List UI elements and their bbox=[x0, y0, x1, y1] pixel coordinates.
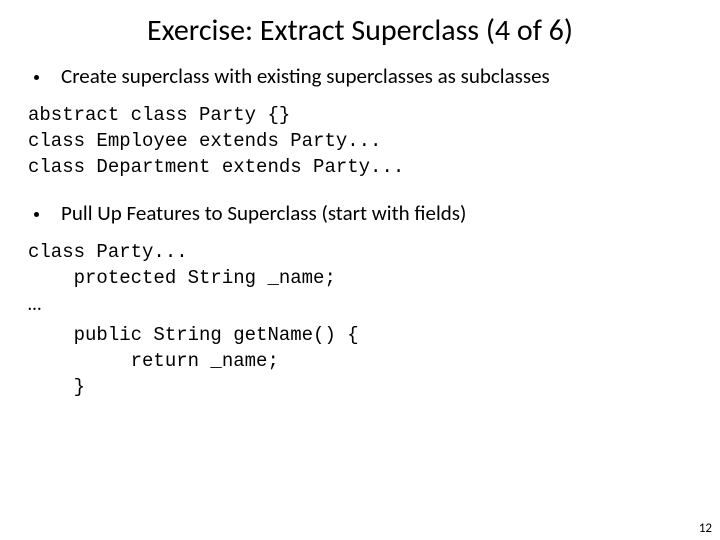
bullet-dot-icon bbox=[34, 75, 39, 80]
bullet-text: Pull Up Features to Superclass (start wi… bbox=[61, 200, 466, 226]
bullet-text: Create superclass with existing supercla… bbox=[61, 63, 550, 89]
slide: Exercise: Extract Superclass (4 of 6) Cr… bbox=[0, 0, 720, 540]
code-block-2a: class Party... protected String _name; bbox=[28, 240, 692, 291]
bullet-item: Create superclass with existing supercla… bbox=[28, 63, 692, 89]
page-number: 12 bbox=[699, 521, 712, 536]
bullet-dot-icon bbox=[34, 212, 39, 217]
code-block-1: abstract class Party {} class Employee e… bbox=[28, 103, 692, 180]
bullet-item: Pull Up Features to Superclass (start wi… bbox=[28, 200, 692, 226]
code-ellipsis: … bbox=[28, 292, 692, 318]
code-block-2b: public String getName() { return _name; … bbox=[28, 323, 692, 400]
slide-title: Exercise: Extract Superclass (4 of 6) bbox=[28, 12, 692, 49]
